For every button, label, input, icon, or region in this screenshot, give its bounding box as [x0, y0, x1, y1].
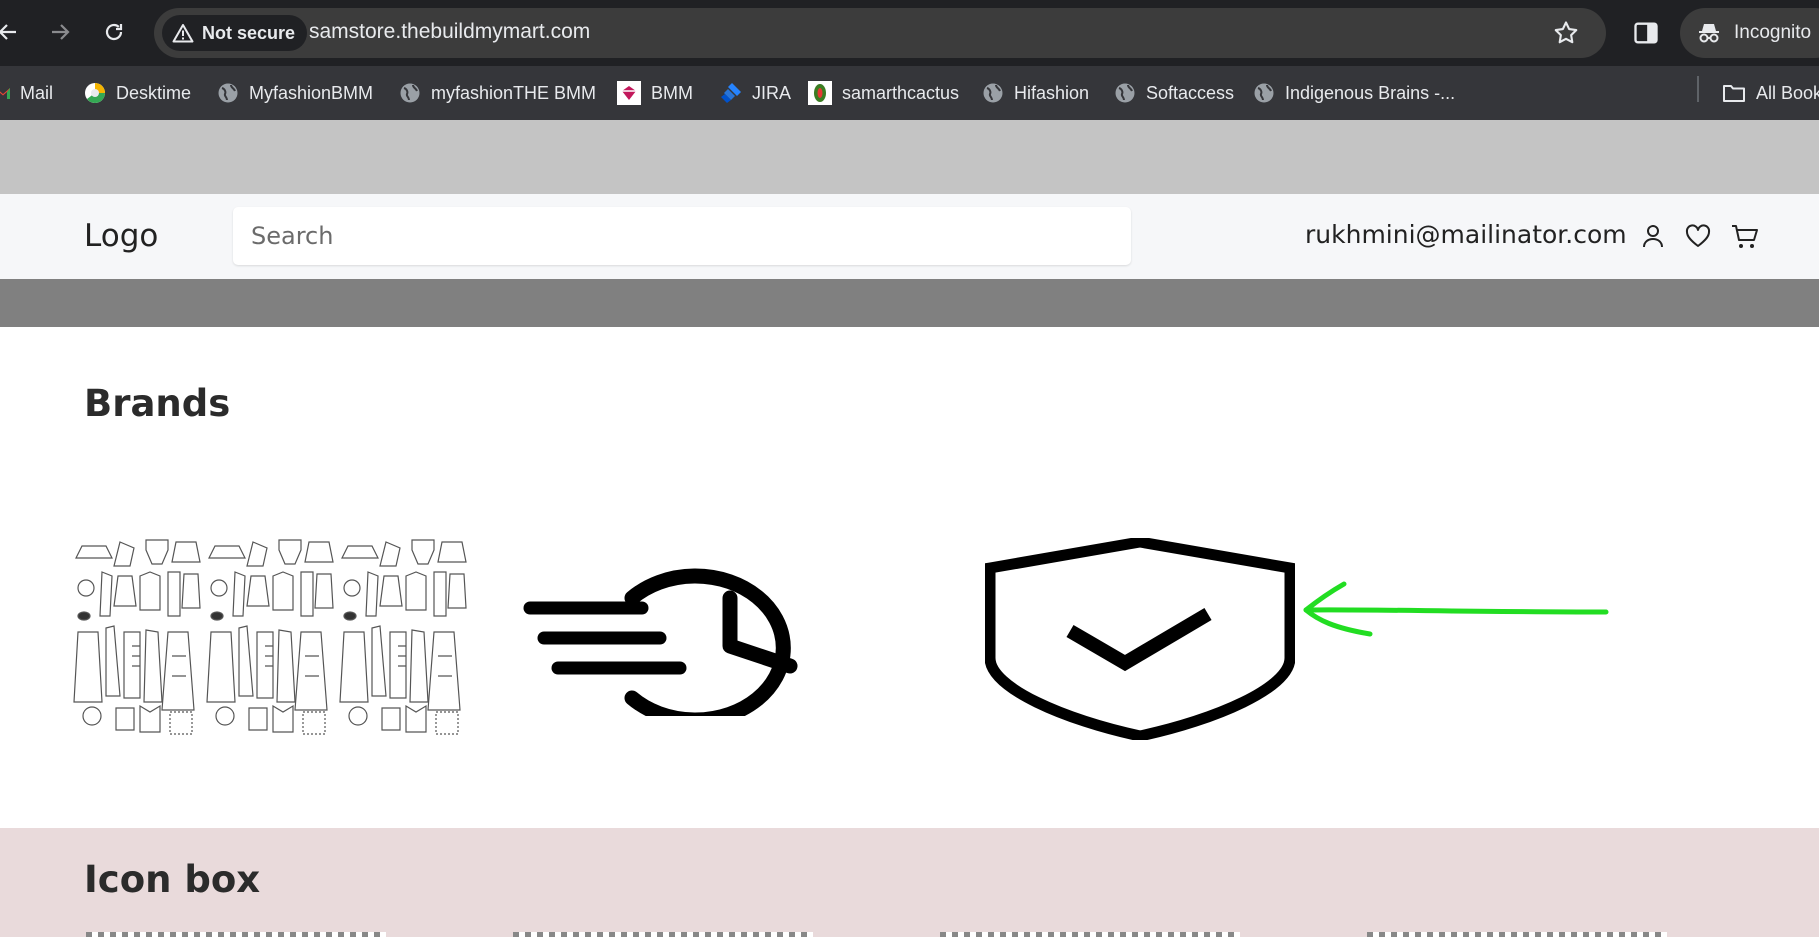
globe-icon — [1254, 83, 1274, 103]
all-bookmarks-button[interactable]: All Book — [1722, 66, 1819, 120]
bookmark-label: myfashionTHE BMM — [431, 82, 597, 103]
security-chip[interactable]: Not secure — [162, 15, 308, 51]
brands-heading: Brands — [84, 382, 231, 425]
folder-icon — [1723, 85, 1745, 102]
bookmark-label: MyfashionBMM — [249, 82, 374, 103]
bookmark-label: JIRA — [752, 82, 792, 103]
reload-button[interactable] — [96, 14, 132, 50]
search-input[interactable] — [233, 207, 1131, 265]
jira-icon — [721, 83, 741, 103]
back-button[interactable] — [0, 14, 26, 50]
bookmark-label: Hifashion — [1014, 82, 1090, 103]
site-logo[interactable]: Logo — [84, 218, 158, 254]
bookmark-myfashionbmm[interactable]: MyfashionBMM — [217, 66, 373, 120]
bookmark-label: Desktime — [116, 82, 192, 103]
bookmark-bmm[interactable]: BMM — [617, 66, 693, 120]
bookmark-label: BMM — [651, 82, 693, 103]
green-arrow-annotation — [1303, 581, 1609, 637]
top-banner — [0, 120, 1819, 194]
all-bookmarks-label: All Book — [1756, 82, 1819, 103]
forward-button[interactable] — [42, 14, 78, 50]
globe-icon — [400, 83, 420, 103]
bookmark-mail[interactable]: Mail — [0, 66, 53, 120]
heart-icon[interactable] — [1683, 221, 1713, 251]
globe-icon — [218, 83, 238, 103]
desktime-icon — [85, 83, 105, 103]
incognito-profile-button[interactable]: Incognito — [1680, 8, 1819, 58]
incognito-icon — [1699, 24, 1719, 43]
bookmark-indigenous-brains[interactable]: Indigenous Brains -... — [1253, 66, 1455, 120]
bookmark-myfashionthebmm[interactable]: myfashionTHE BMM — [399, 66, 596, 120]
gmail-icon — [0, 88, 10, 99]
icon-box-heading: Icon box — [84, 858, 261, 901]
bmm-icon — [617, 81, 641, 105]
user-email[interactable]: rukhmini@mailinator.com — [1305, 220, 1627, 249]
user-icon[interactable] — [1638, 221, 1668, 251]
bookmark-samarthcactus[interactable]: samarthcactus — [808, 66, 959, 120]
fashion-pattern-image[interactable] — [72, 536, 470, 742]
url-text[interactable]: samstore.thebuildmymart.com — [309, 20, 590, 44]
address-bar[interactable]: Not secure samstore.thebuildmymart.com — [154, 8, 1606, 58]
bookmark-star-icon[interactable] — [1552, 19, 1580, 47]
fast-clock-icon[interactable] — [520, 556, 890, 716]
bookmark-label: Indigenous Brains -... — [1285, 82, 1456, 103]
bookmark-label: samarthcactus — [842, 82, 960, 103]
globe-icon — [983, 83, 1003, 103]
icon-box-image[interactable] — [1367, 932, 1667, 937]
icon-box-image[interactable] — [940, 932, 1240, 937]
arrow-left-icon — [0, 24, 16, 40]
bookmark-softaccess[interactable]: Softaccess — [1114, 66, 1234, 120]
globe-icon — [1115, 83, 1135, 103]
icon-box-section — [0, 828, 1819, 937]
icon-box-image[interactable] — [86, 932, 386, 937]
nav-band — [0, 279, 1819, 327]
shield-check-icon[interactable] — [985, 538, 1295, 740]
bookmark-label: Softaccess — [1146, 82, 1235, 103]
bookmarks-divider — [1697, 76, 1699, 102]
incognito-label: Incognito — [1734, 22, 1812, 43]
bookmark-jira[interactable]: JIRA — [720, 66, 791, 120]
bookmark-desktime[interactable]: Desktime — [84, 66, 191, 120]
cart-icon[interactable] — [1730, 221, 1760, 251]
cactus-icon — [808, 81, 832, 105]
warning-icon — [172, 24, 194, 43]
bookmark-hifashion[interactable]: Hifashion — [982, 66, 1089, 120]
icon-box-image[interactable] — [513, 932, 813, 937]
security-label: Not secure — [202, 22, 296, 43]
reload-icon — [105, 23, 123, 41]
bookmark-label: Mail — [20, 82, 54, 103]
side-panel-icon[interactable] — [1632, 19, 1660, 47]
arrow-right-icon — [52, 24, 70, 40]
